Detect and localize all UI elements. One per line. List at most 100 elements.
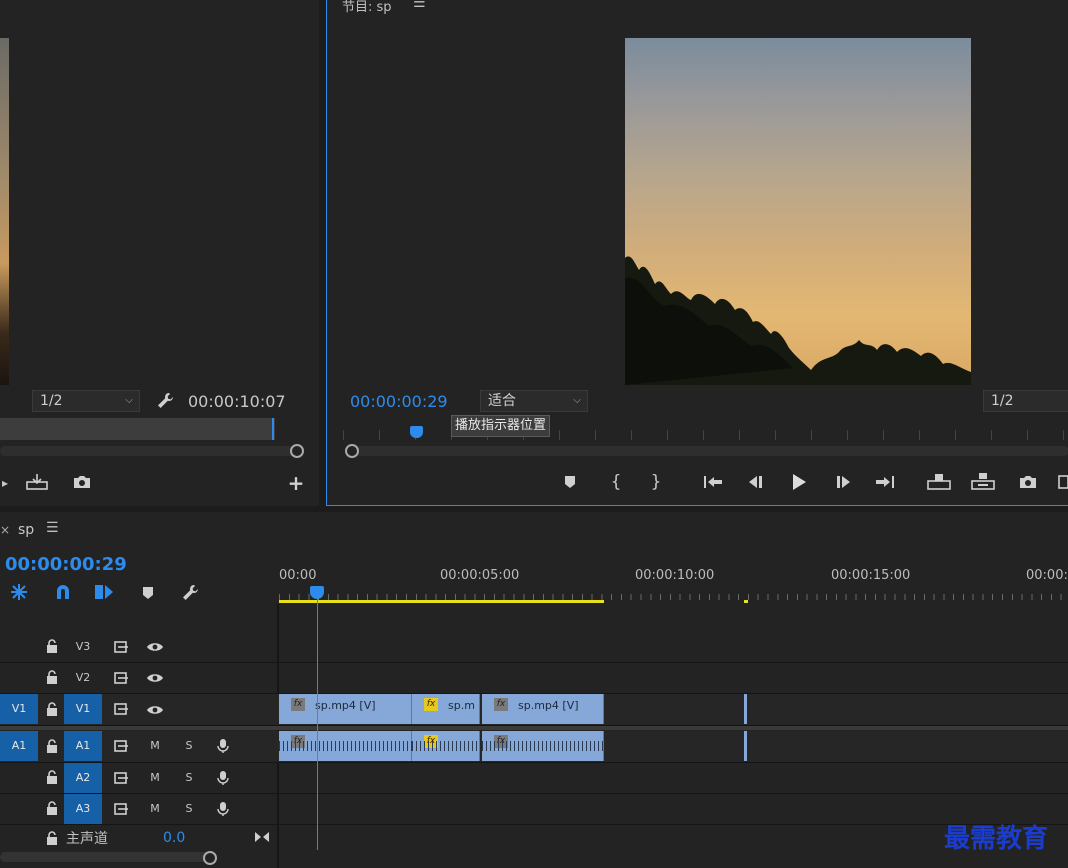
work-area-bar[interactable] bbox=[279, 600, 604, 603]
microphone-icon[interactable] bbox=[214, 800, 232, 818]
track-row-a2: A2 M S bbox=[0, 763, 1068, 794]
sync-lock-icon[interactable] bbox=[112, 770, 132, 786]
track-target-a2[interactable]: A2 bbox=[64, 763, 102, 793]
track-target-a3[interactable]: A3 bbox=[64, 794, 102, 824]
solo-button[interactable]: S bbox=[180, 731, 198, 761]
wrench-icon[interactable] bbox=[154, 390, 176, 412]
program-timecode[interactable]: 00:00:00:29 bbox=[350, 392, 448, 411]
timeline-settings-wrench-icon[interactable] bbox=[178, 582, 202, 604]
add-button-icon[interactable]: + bbox=[286, 471, 306, 495]
video-audio-divider[interactable] bbox=[0, 726, 1068, 730]
close-tab-icon[interactable]: × bbox=[0, 523, 10, 537]
program-zoom-select[interactable]: 1/2 bbox=[983, 390, 1068, 412]
video-clip[interactable]: fx sp.m bbox=[412, 694, 480, 724]
eye-icon[interactable] bbox=[145, 702, 165, 718]
track-name[interactable]: V2 bbox=[64, 663, 102, 693]
track-target-v1[interactable]: V1 bbox=[64, 694, 102, 724]
go-to-in-icon[interactable] bbox=[701, 472, 725, 492]
timeline-playhead-line[interactable] bbox=[317, 598, 318, 850]
sync-lock-icon[interactable] bbox=[112, 801, 132, 817]
nest-sequence-icon[interactable] bbox=[8, 582, 30, 602]
insert-icon[interactable] bbox=[24, 472, 50, 492]
extract-icon[interactable] bbox=[969, 470, 997, 492]
export-frame-icon[interactable]: ▸ bbox=[0, 474, 10, 492]
lock-icon[interactable] bbox=[44, 738, 60, 754]
playhead-tooltip: 播放指示器位置 bbox=[451, 415, 551, 437]
edit-point-marker bbox=[744, 694, 747, 724]
sync-lock-icon[interactable] bbox=[112, 701, 132, 717]
sync-lock-icon[interactable] bbox=[112, 639, 132, 655]
timeline-marker-icon[interactable] bbox=[140, 584, 156, 602]
solo-button[interactable]: S bbox=[180, 763, 198, 793]
timeline-scroll-handle[interactable] bbox=[203, 851, 217, 865]
track-target-a1[interactable]: A1 bbox=[64, 731, 102, 761]
program-zoom-scroll[interactable] bbox=[345, 446, 1068, 456]
source-zoom-scroll[interactable] bbox=[0, 446, 300, 456]
sync-lock-icon[interactable] bbox=[112, 738, 132, 754]
eye-icon[interactable] bbox=[145, 639, 165, 655]
source-scrub-bar[interactable] bbox=[0, 418, 275, 440]
step-back-icon[interactable] bbox=[743, 472, 767, 492]
program-monitor-title[interactable]: 节目: sp bbox=[342, 0, 392, 15]
add-marker-icon[interactable] bbox=[561, 472, 579, 492]
microphone-icon[interactable] bbox=[214, 769, 232, 787]
lock-icon[interactable] bbox=[44, 669, 60, 685]
source-zoom-select[interactable]: 1/2 ⌵ bbox=[32, 390, 140, 412]
track-row-v2: V2 bbox=[0, 663, 1068, 694]
fit-select[interactable]: 适合 ⌵ bbox=[480, 390, 588, 412]
mute-button[interactable]: M bbox=[146, 794, 164, 824]
audio-clip[interactable]: fx bbox=[482, 731, 604, 761]
solo-button[interactable]: S bbox=[180, 794, 198, 824]
mute-button[interactable]: M bbox=[146, 763, 164, 793]
audio-clip[interactable]: fx bbox=[279, 731, 412, 761]
timeline-timecode[interactable]: 00:00:00:29 bbox=[5, 554, 127, 575]
track-name[interactable]: V3 bbox=[64, 632, 102, 662]
step-forward-icon[interactable] bbox=[832, 472, 856, 492]
edit-point-marker bbox=[744, 731, 747, 761]
source-timecode[interactable]: 00:00:10:07 bbox=[188, 392, 286, 411]
button-editor-icon[interactable] bbox=[1057, 472, 1068, 492]
lock-icon[interactable] bbox=[44, 800, 60, 816]
mark-in-icon[interactable]: { bbox=[607, 472, 625, 492]
go-to-out-icon[interactable] bbox=[873, 472, 897, 492]
timeline-horizontal-scroll[interactable] bbox=[0, 852, 214, 862]
tree-silhouette bbox=[625, 256, 971, 385]
panel-menu-icon[interactable]: ☰ bbox=[46, 520, 59, 536]
ruler-label: 00:00:05:00 bbox=[440, 568, 520, 583]
lift-icon[interactable] bbox=[925, 470, 953, 492]
track-row-a3: A3 M S bbox=[0, 794, 1068, 825]
source-scroll-handle[interactable] bbox=[290, 444, 304, 458]
program-monitor-panel: 节目: sp ☰ 00:00:00:29 适合 ⌵ 1/2 播放指示器位置 { … bbox=[326, 0, 1068, 506]
snap-magnet-icon[interactable] bbox=[52, 582, 74, 602]
playhead-marker[interactable] bbox=[410, 426, 423, 438]
jump-to-end-icon[interactable] bbox=[252, 828, 272, 846]
sync-lock-icon[interactable] bbox=[112, 670, 132, 686]
camera-icon[interactable] bbox=[70, 472, 94, 492]
master-volume-value[interactable]: 0.0 bbox=[163, 830, 185, 846]
mute-button[interactable]: M bbox=[146, 731, 164, 761]
video-clip[interactable]: fx sp.mp4 [V] bbox=[279, 694, 412, 724]
play-icon[interactable] bbox=[787, 471, 811, 493]
audio-waveform bbox=[482, 741, 604, 751]
source-patch-v1[interactable]: V1 bbox=[0, 694, 38, 724]
lock-icon[interactable] bbox=[44, 638, 60, 654]
source-patch-a1[interactable]: A1 bbox=[0, 731, 38, 761]
lock-icon[interactable] bbox=[44, 769, 60, 785]
lock-icon[interactable] bbox=[44, 701, 60, 717]
lock-icon[interactable] bbox=[44, 830, 60, 846]
export-frame-camera-icon[interactable] bbox=[1015, 472, 1041, 492]
master-track-label: 主声道 bbox=[66, 831, 108, 847]
clip-name: sp.mp4 [V] bbox=[315, 699, 376, 712]
program-scroll-handle[interactable] bbox=[345, 444, 359, 458]
microphone-icon[interactable] bbox=[214, 737, 232, 755]
audio-clip[interactable]: fx bbox=[412, 731, 480, 761]
linked-selection-icon[interactable] bbox=[92, 582, 116, 602]
program-video-frame bbox=[625, 38, 971, 385]
sequence-tab[interactable]: sp bbox=[18, 522, 34, 538]
chevron-down-icon: ⌵ bbox=[573, 395, 581, 406]
clip-name: sp.mp4 [V] bbox=[518, 699, 579, 712]
eye-icon[interactable] bbox=[145, 670, 165, 686]
video-clip[interactable]: fx sp.mp4 [V] bbox=[482, 694, 604, 724]
mark-out-icon[interactable]: } bbox=[647, 472, 665, 492]
panel-menu-icon[interactable]: ☰ bbox=[413, 0, 426, 11]
